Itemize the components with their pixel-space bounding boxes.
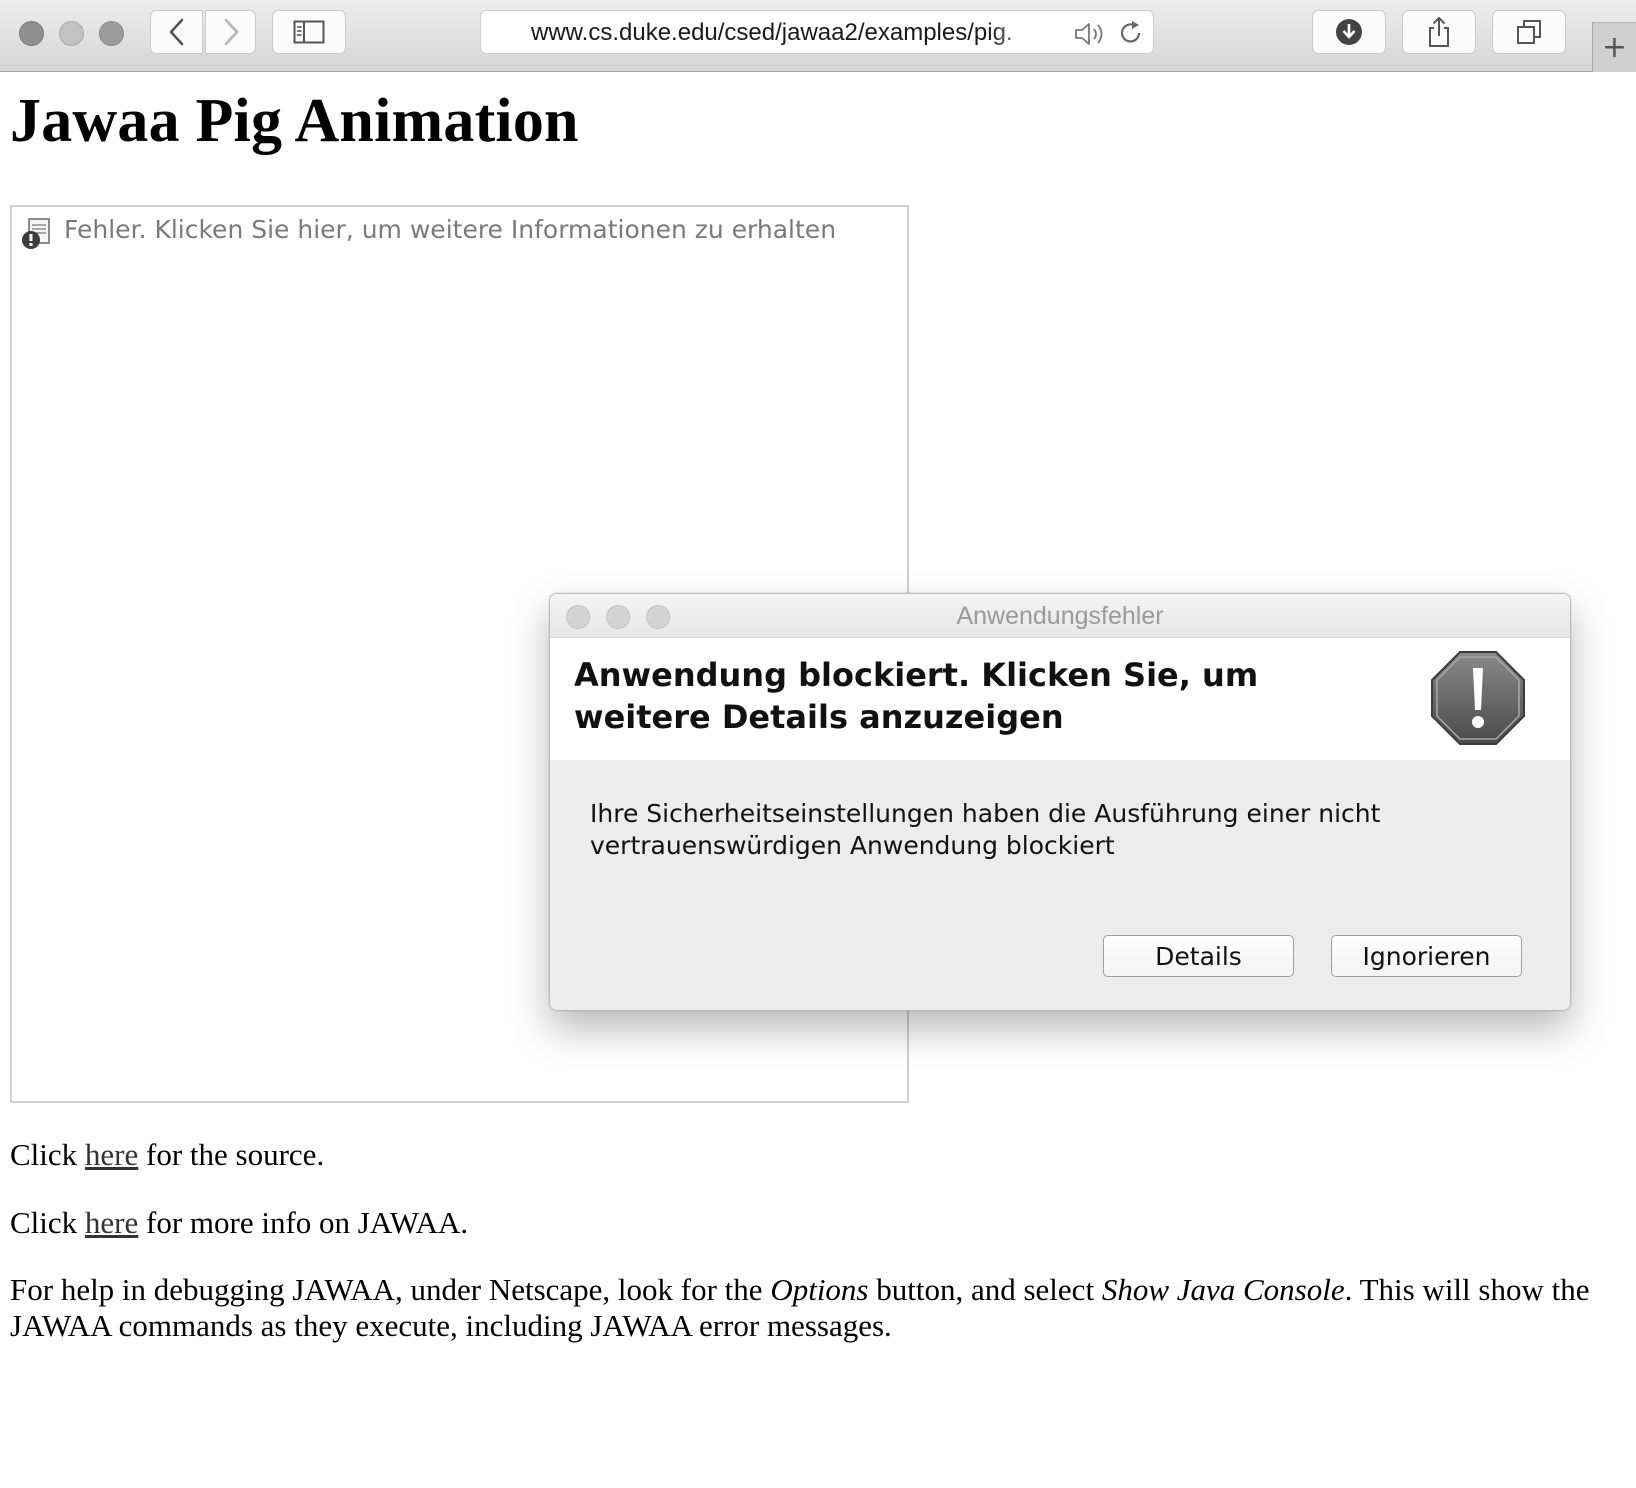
applet-error-message[interactable]: Fehler. Klicken Sie hier, um weitere Inf… xyxy=(64,215,836,244)
share-icon xyxy=(1429,16,1449,47)
info-text-after: for more info on JAWAA. xyxy=(138,1205,469,1240)
details-button[interactable]: Details xyxy=(1103,935,1294,977)
window-close-button[interactable] xyxy=(19,21,44,46)
debug-text-1: For help in debugging JAWAA, under Netsc… xyxy=(10,1272,771,1307)
window-zoom-button[interactable] xyxy=(99,21,124,46)
dialog-title: Anwendungsfehler xyxy=(956,602,1164,630)
back-icon xyxy=(169,18,183,46)
browser-toolbar: www.cs.duke.edu/csed/jawaa2/examples/pig… xyxy=(0,0,1636,72)
options-emphasis: Options xyxy=(770,1272,869,1307)
source-link[interactable]: here xyxy=(85,1137,138,1172)
java-console-emphasis: Show Java Console xyxy=(1101,1272,1345,1307)
forward-icon xyxy=(224,18,238,46)
source-text-after: for the source. xyxy=(138,1137,325,1172)
debug-help-paragraph: For help in debugging JAWAA, under Netsc… xyxy=(10,1272,1626,1344)
back-button[interactable] xyxy=(150,10,203,54)
share-button[interactable] xyxy=(1402,10,1476,54)
ignore-button[interactable]: Ignorieren xyxy=(1331,935,1522,977)
tabs-overview-button[interactable] xyxy=(1492,10,1566,54)
tabs-icon xyxy=(1517,20,1541,44)
forward-button[interactable] xyxy=(205,10,256,54)
info-paragraph: Click here for more info on JAWAA. xyxy=(10,1205,468,1241)
speaker-icon[interactable] xyxy=(1073,21,1107,47)
download-icon xyxy=(1336,19,1362,45)
window-minimize-button[interactable] xyxy=(59,21,84,46)
dialog-message: Ihre Sicherheitseinstellungen haben die … xyxy=(590,799,1381,860)
dialog-titlebar[interactable]: Anwendungsfehler xyxy=(550,594,1570,638)
sidebar-icon xyxy=(293,20,325,44)
source-paragraph: Click here for the source. xyxy=(10,1137,324,1173)
jawaa-info-link[interactable]: here xyxy=(85,1205,138,1240)
dialog-header: Anwendung blockiert. Klicken Sie, um wei… xyxy=(550,638,1570,760)
downloads-button[interactable] xyxy=(1312,10,1386,54)
debug-text-2: button, and select xyxy=(868,1272,1102,1307)
info-text-before: Click xyxy=(10,1205,85,1240)
sidebar-button[interactable] xyxy=(272,10,346,54)
reload-icon[interactable] xyxy=(1117,19,1145,47)
source-text-before: Click xyxy=(10,1137,85,1172)
new-tab-button[interactable]: + xyxy=(1592,22,1636,72)
url-text: www.cs.duke.edu/csed/jawaa2/examples/pig… xyxy=(531,19,1013,46)
application-error-dialog: Anwendungsfehler Anwendung blockiert. Kl… xyxy=(549,593,1571,1011)
address-bar[interactable]: www.cs.duke.edu/csed/jawaa2/examples/pig… xyxy=(480,10,1154,54)
warning-icon xyxy=(1431,651,1525,745)
applet-error-icon xyxy=(22,218,50,249)
page-title: Jawaa Pig Animation xyxy=(10,87,579,155)
dialog-heading[interactable]: Anwendung blockiert. Klicken Sie, um wei… xyxy=(574,654,1394,738)
